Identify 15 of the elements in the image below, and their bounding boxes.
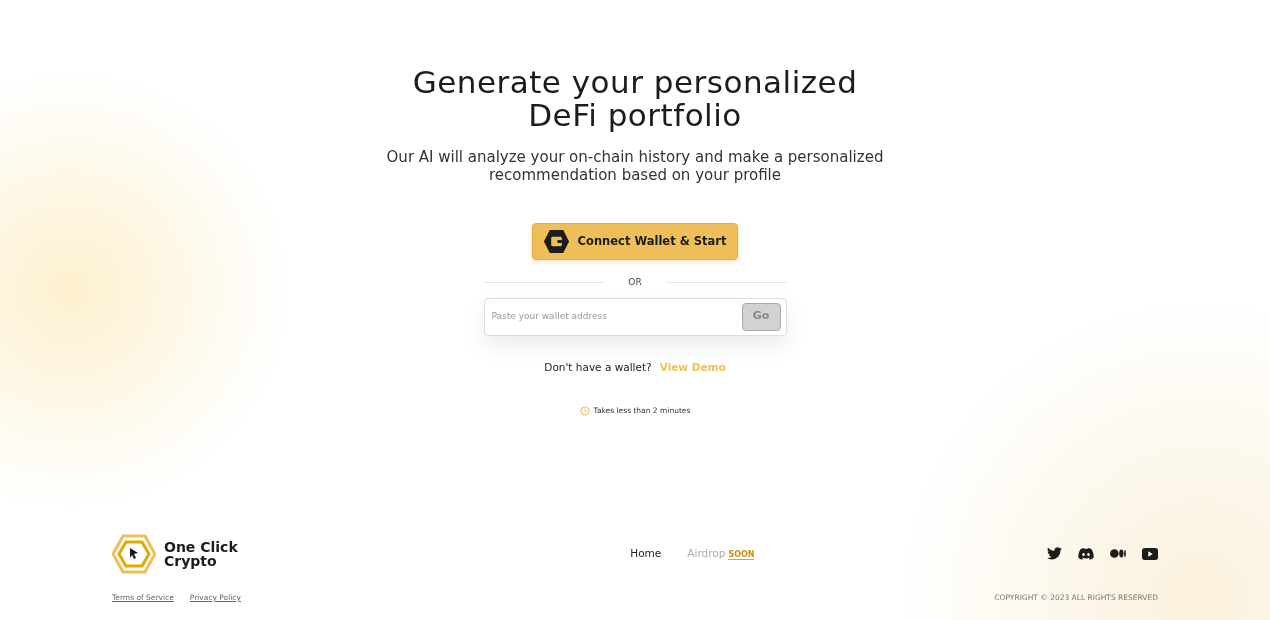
clock-icon	[579, 406, 590, 417]
page-title: Generate your personalized DeFi portfolio	[412, 66, 858, 132]
play-icon[interactable]	[1142, 547, 1158, 560]
game-controller-icon[interactable]	[1078, 547, 1094, 560]
dots-icon[interactable]	[1110, 549, 1126, 559]
brand-name: One Click Crypto	[164, 539, 238, 568]
subtitle: Our AI will analyze your on-chain history and make a personalized recommendation based on your profile	[386, 147, 884, 186]
divider-label: OR	[628, 276, 642, 290]
bird-icon[interactable]	[1047, 547, 1062, 561]
nav-link[interactable]: Home	[630, 545, 662, 562]
connect-wallet-button[interactable]: Connect Wallet & Start	[531, 223, 739, 261]
wallet-icon	[542, 228, 570, 256]
soon-badge: SOON	[728, 550, 755, 560]
logo-icon	[112, 533, 156, 574]
prompt-text: Don't have a wallet?	[544, 359, 652, 375]
